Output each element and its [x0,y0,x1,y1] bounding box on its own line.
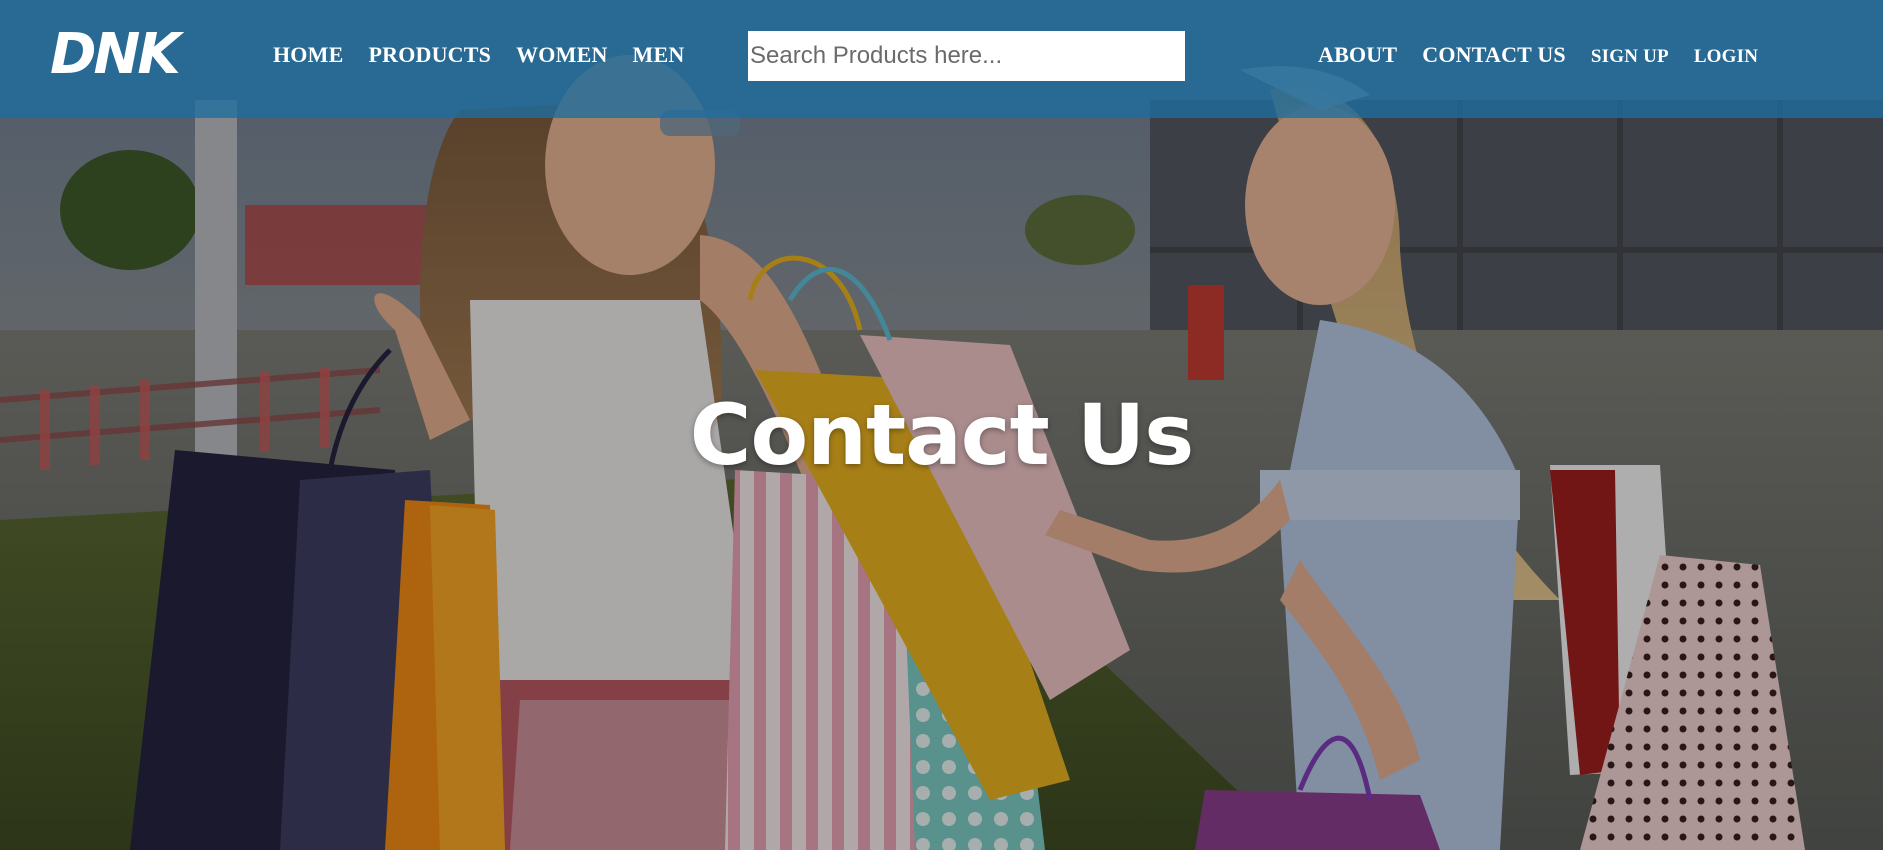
brand-logo[interactable]: DNK [50,18,186,88]
nav-signup-link[interactable]: SIGN UP [1591,46,1669,68]
search-input[interactable] [748,31,1185,81]
primary-nav: HOME PRODUCTS WOMEN MEN [273,42,684,68]
nav-men-link[interactable]: MEN [633,42,685,68]
nav-women-link[interactable]: WOMEN [516,42,607,68]
nav-about-link[interactable]: ABOUT [1318,42,1397,68]
logo-text: DNK [50,22,184,87]
nav-home-link[interactable]: HOME [273,42,343,68]
nav-products-link[interactable]: PRODUCTS [368,42,491,68]
page-title: Contact Us [689,386,1194,484]
secondary-nav: ABOUT CONTACT US SIGN UP LOGIN [1318,42,1758,68]
nav-contact-link[interactable]: CONTACT US [1422,42,1566,68]
nav-login-link[interactable]: LOGIN [1694,46,1758,68]
site-header: DNK HOME PRODUCTS WOMEN MEN ABOUT CONTAC… [0,0,1883,118]
